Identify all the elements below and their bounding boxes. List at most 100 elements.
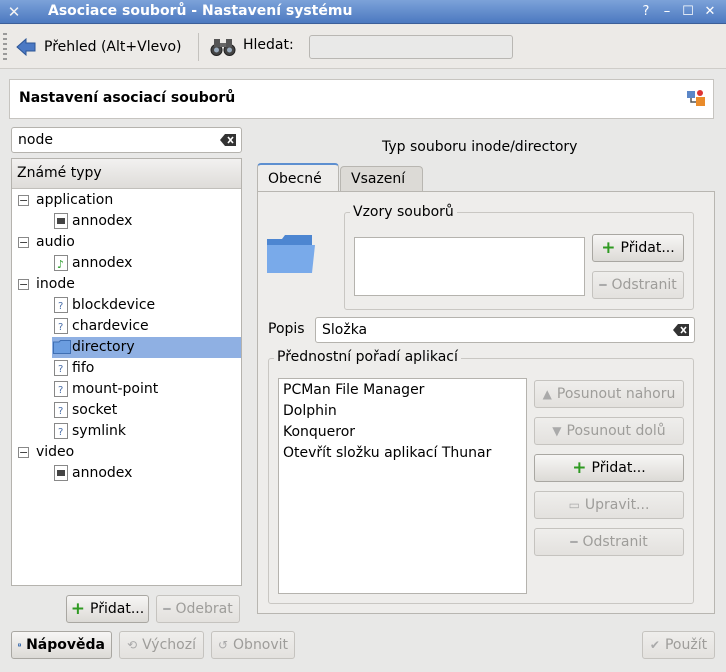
tree-item[interactable]: annodex: [12, 463, 241, 484]
known-types-tree[interactable]: Známé typy − application annodex − audio…: [11, 158, 242, 586]
app-preference-list[interactable]: PCMan File Manager Dolphin Konqueror Ote…: [278, 378, 527, 594]
checkmark-icon: ✔: [649, 638, 660, 652]
apply-button[interactable]: ✔ Použít: [642, 631, 715, 659]
add-pattern-button[interactable]: + Přidat...: [592, 234, 684, 262]
svg-text:?: ?: [58, 364, 63, 375]
filter-field[interactable]: [11, 127, 242, 153]
collapse-icon[interactable]: −: [18, 237, 29, 248]
unknown-file-icon: ?: [54, 297, 68, 313]
move-down-label: Posunout dolů: [566, 423, 666, 439]
add-pattern-label: Přidat...: [620, 240, 675, 256]
unknown-file-icon: ?: [54, 360, 68, 376]
module-header: Nastavení asociací souborů: [9, 79, 714, 119]
tree-item-label: socket: [72, 402, 118, 418]
description-label: Popis: [268, 321, 305, 337]
plus-icon: +: [70, 599, 86, 619]
svg-text:?: ?: [58, 322, 63, 333]
tree-group-label: audio: [36, 234, 75, 250]
svg-text:?: ?: [58, 385, 63, 396]
search-label: Hledat:: [243, 37, 294, 53]
move-up-label: Posunout nahoru: [556, 386, 676, 402]
description-input[interactable]: [322, 321, 662, 339]
minimize-icon[interactable]: –: [658, 3, 676, 21]
file-patterns-label: Vzory souborů: [350, 204, 457, 220]
tree-item-label: annodex: [72, 465, 133, 481]
remove-pattern-label: Odstranit: [611, 277, 677, 293]
tree-group-application[interactable]: − application: [12, 190, 241, 211]
edit-app-label: Upravit...: [584, 497, 650, 513]
filter-input[interactable]: [18, 131, 208, 149]
plus-icon: +: [601, 238, 616, 258]
tree-item[interactable]: ? fifo: [12, 358, 241, 379]
tree-group-video[interactable]: − video: [12, 442, 241, 463]
edit-icon: ▭: [568, 498, 580, 512]
tree-item-label: blockdevice: [72, 297, 156, 313]
tree-item-label: mount-point: [72, 381, 159, 397]
collapse-icon[interactable]: −: [18, 447, 29, 458]
tree-item-label: chardevice: [72, 318, 149, 334]
unknown-file-icon: ?: [54, 318, 68, 334]
collapse-icon[interactable]: −: [18, 279, 29, 290]
search-input[interactable]: [309, 35, 513, 59]
unknown-file-icon: ?: [54, 381, 68, 397]
folder-icon-large: [267, 235, 315, 273]
file-associations-icon: [687, 90, 705, 106]
clear-icon[interactable]: [673, 324, 689, 336]
close-icon[interactable]: ✕: [701, 3, 719, 21]
edit-app-button[interactable]: ▭ Upravit...: [534, 491, 684, 519]
remove-app-button[interactable]: ━ Odstranit: [534, 528, 684, 556]
tree-item-label: symlink: [72, 423, 126, 439]
app-preference-label: Přednostní pořadí aplikací: [274, 349, 461, 365]
tab-general[interactable]: Obecné: [257, 163, 339, 193]
back-arrow-icon: [16, 38, 36, 56]
collapse-icon[interactable]: −: [18, 195, 29, 206]
add-app-button[interactable]: + Přidat...: [534, 454, 684, 482]
list-item[interactable]: Otevřít složku aplikací Thunar: [283, 445, 491, 461]
audio-file-icon: ♪: [54, 255, 68, 271]
title-bar: ✕ Asociace souborů - Nastavení systému ?…: [0, 0, 726, 24]
settings-tools-icon: ✕: [7, 3, 21, 21]
list-item[interactable]: Dolphin: [283, 403, 337, 419]
move-down-button[interactable]: ▼ Posunout dolů: [534, 417, 684, 445]
description-field[interactable]: [315, 317, 695, 343]
add-type-button[interactable]: + Přidat...: [66, 595, 149, 623]
tree-item-label: fifo: [72, 360, 95, 376]
toolbar-grip[interactable]: [3, 33, 7, 61]
apply-label: Použít: [664, 637, 708, 653]
move-up-button[interactable]: ▲ Posunout nahoru: [534, 380, 684, 408]
help-button[interactable]: ? Nápověda: [11, 631, 112, 659]
tree-group-audio[interactable]: − audio: [12, 232, 241, 253]
reset-button[interactable]: ↺ Obnovit: [211, 631, 295, 659]
minus-icon: ━: [163, 602, 171, 616]
tree-item[interactable]: ? chardevice: [12, 316, 241, 337]
tree-item[interactable]: ♪ annodex: [12, 253, 241, 274]
list-item[interactable]: Konqueror: [283, 424, 355, 440]
tree-item[interactable]: ? symlink: [12, 421, 241, 442]
tree-item[interactable]: ? mount-point: [12, 379, 241, 400]
remove-pattern-button[interactable]: ━ Odstranit: [592, 271, 684, 299]
tree-column-header[interactable]: Známé typy: [12, 159, 241, 189]
tree-item[interactable]: ? blockdevice: [12, 295, 241, 316]
tree-item[interactable]: annodex: [12, 211, 241, 232]
reset-label: Obnovit: [233, 637, 289, 653]
reset-icon: ↺: [217, 638, 229, 652]
tree-item[interactable]: ? socket: [12, 400, 241, 421]
window-title: Asociace souborů - Nastavení systému: [48, 3, 353, 19]
list-item[interactable]: PCMan File Manager: [283, 382, 424, 398]
remove-type-button[interactable]: ━ Odebrat: [156, 595, 240, 623]
tree-group-label: video: [36, 444, 75, 460]
back-button[interactable]: Přehled (Alt+Vlevo): [12, 33, 186, 61]
unknown-file-icon: ?: [54, 402, 68, 418]
video-file-icon: [54, 213, 68, 229]
maximize-icon[interactable]: ☐: [679, 3, 697, 21]
tree-group-inode[interactable]: − inode: [12, 274, 241, 295]
tab-embedding[interactable]: Vsazení: [340, 166, 423, 191]
defaults-label: Výchozí: [142, 637, 196, 653]
clear-icon[interactable]: [220, 134, 236, 146]
defaults-button[interactable]: ⟲ Výchozí: [119, 631, 204, 659]
back-button-label: Přehled (Alt+Vlevo): [44, 39, 182, 55]
tree-item-selected[interactable]: directory: [52, 337, 241, 358]
remove-app-label: Odstranit: [582, 534, 648, 550]
file-patterns-list[interactable]: [354, 237, 585, 296]
help-window-icon[interactable]: ?: [637, 3, 655, 21]
